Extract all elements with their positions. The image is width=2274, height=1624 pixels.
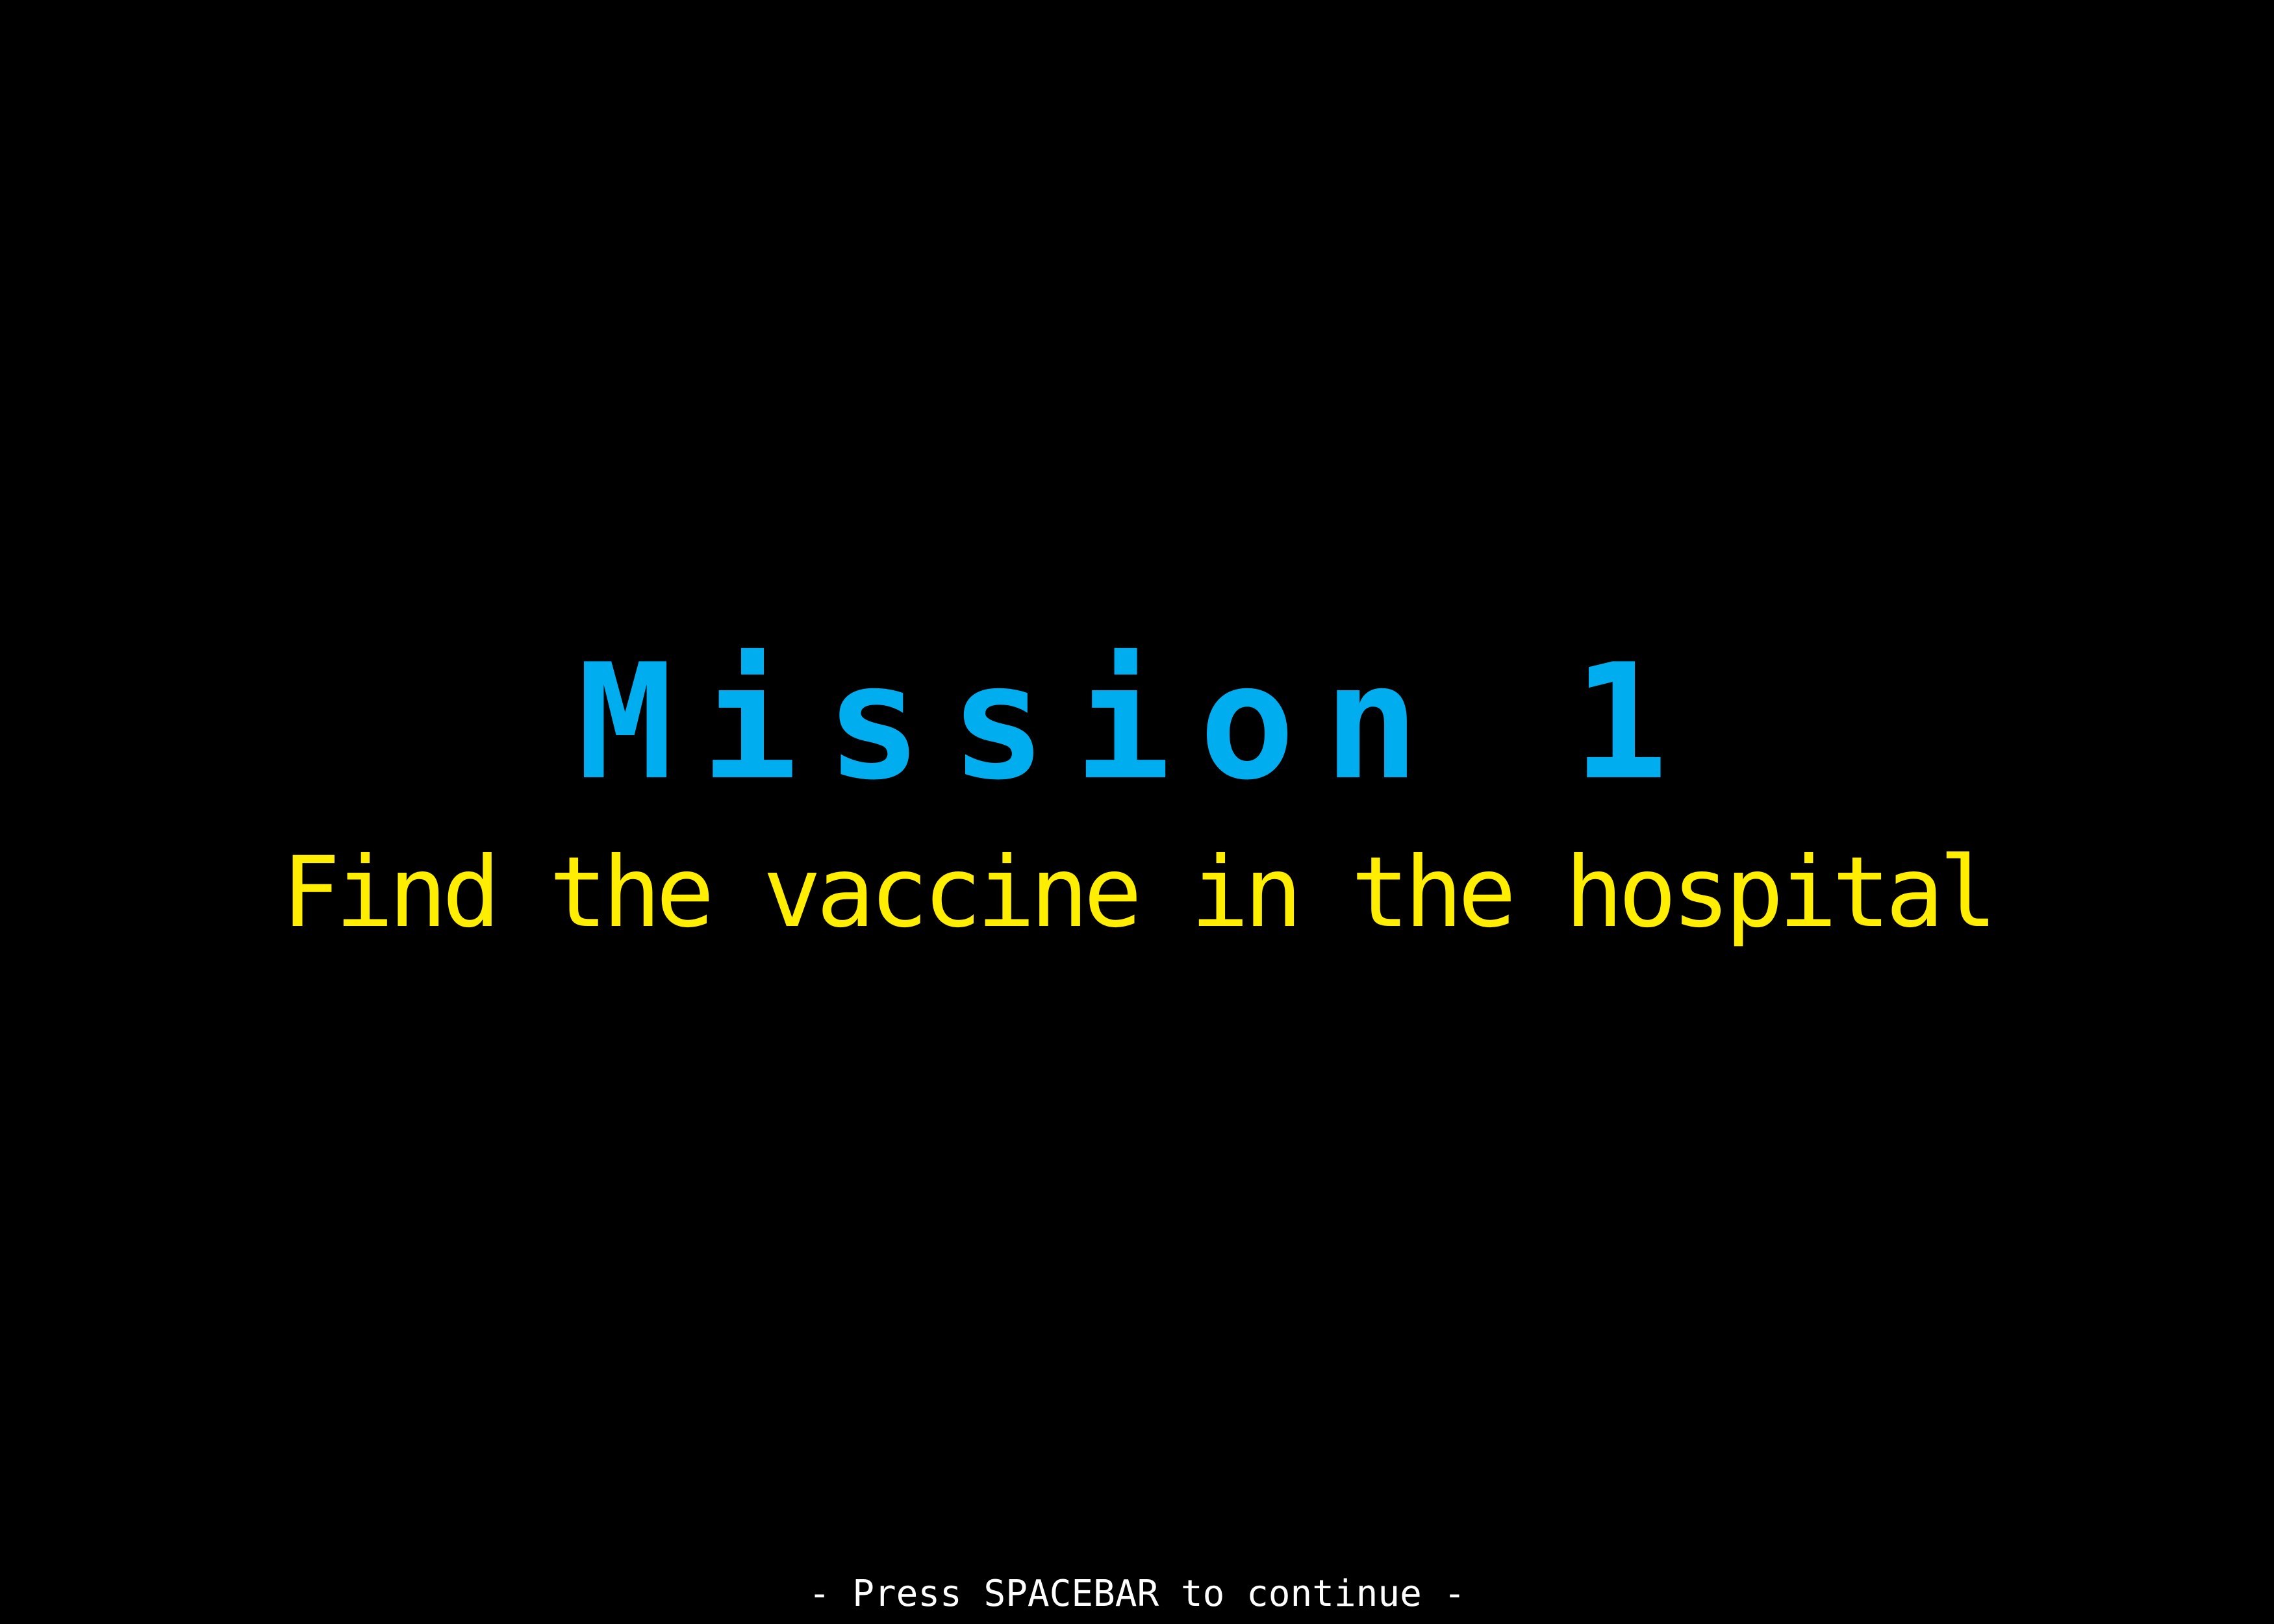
mission-intro-screen[interactable]: Mission 1 Find the vaccine in the hospit… [0,0,2274,1624]
mission-objective: Find the vaccine in the hospital [281,836,1998,949]
continue-prompt: - Press SPACEBAR to continue - [808,1573,1466,1615]
mission-title: Mission 1 [577,630,1697,815]
